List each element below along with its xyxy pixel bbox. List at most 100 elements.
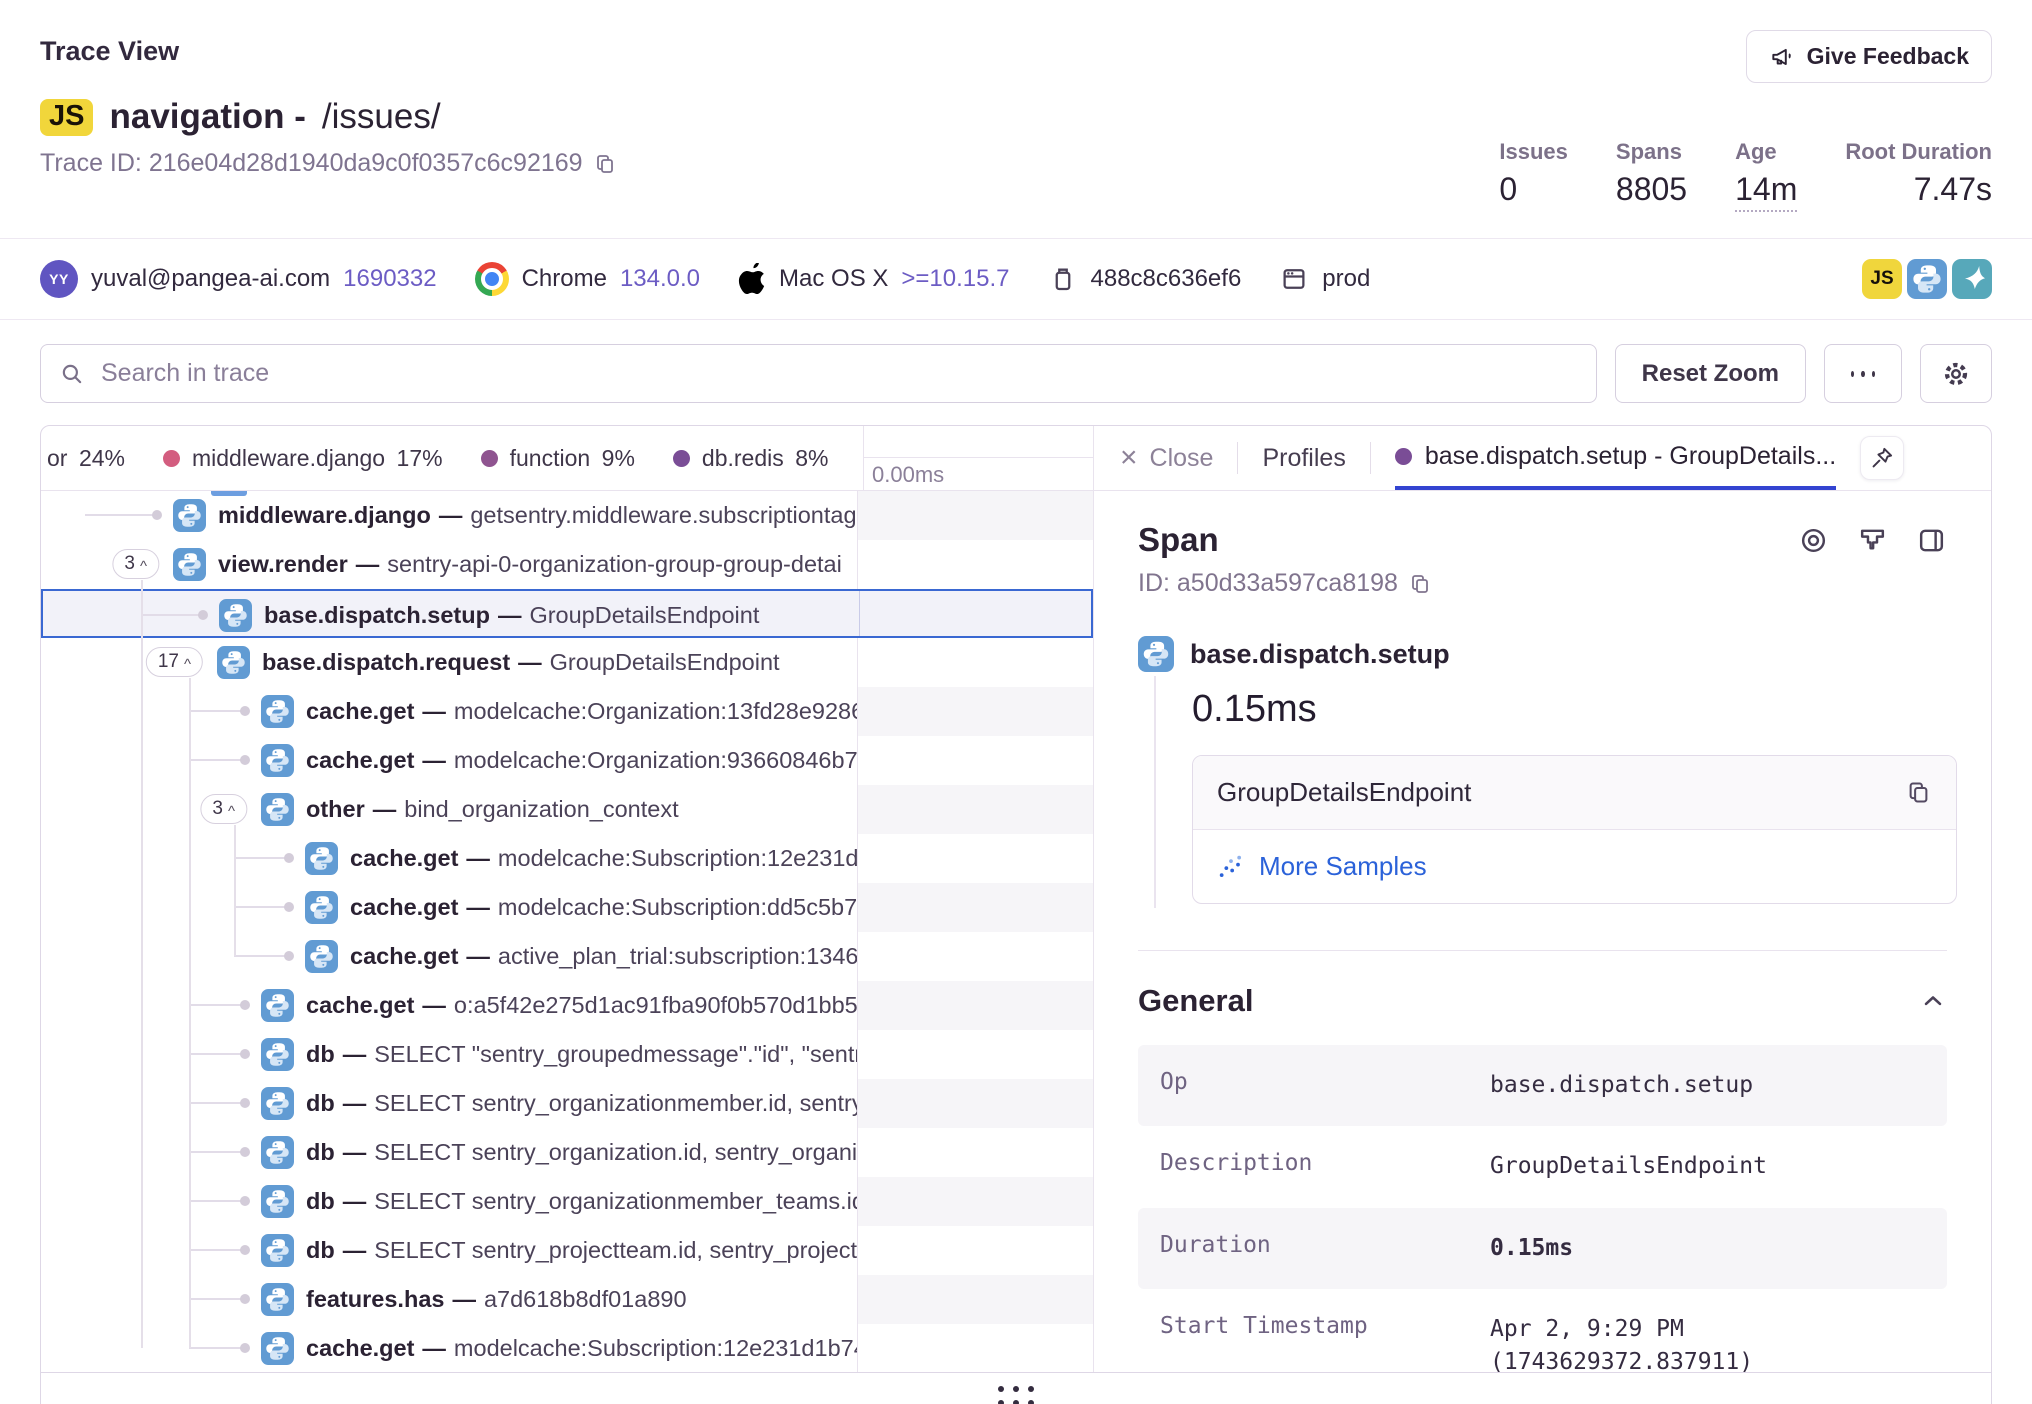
profiling-icon[interactable] xyxy=(1857,525,1888,556)
general-section-title: General xyxy=(1138,983,1253,1019)
row-expand-badge[interactable]: 17^ xyxy=(146,647,203,677)
legend-label: db.redis 8% xyxy=(702,445,829,472)
give-feedback-button[interactable]: Give Feedback xyxy=(1746,30,1992,83)
row-description: bind_organization_context xyxy=(404,796,678,822)
span-section-title: Span xyxy=(1138,521,1219,559)
collapse-chevron-icon[interactable] xyxy=(1919,987,1947,1015)
tree-connector xyxy=(234,857,289,859)
row-description: SELECT sentry_organizationmember.id, sen… xyxy=(374,1090,857,1116)
stat: Issues0 xyxy=(1499,139,1568,212)
waterfall-cell[interactable] xyxy=(857,1324,1093,1372)
python-icon xyxy=(261,695,294,728)
user-chip[interactable]: YY yuval@pangea-ai.com 1690332 xyxy=(40,260,437,298)
tree-connector xyxy=(234,906,289,908)
tree-row[interactable]: 17^base.dispatch.request—GroupDetailsEnd… xyxy=(41,638,1093,687)
row-expand-badge[interactable]: 3^ xyxy=(200,794,247,824)
search-input[interactable] xyxy=(99,358,1578,389)
tree-row[interactable]: cache.get—modelcache:Organization:936608… xyxy=(41,736,1093,785)
waterfall-cell[interactable] xyxy=(857,1079,1093,1128)
pin-button[interactable] xyxy=(1860,436,1904,480)
copy-icon[interactable] xyxy=(1905,779,1932,806)
tree-row-content: db—SELECT sentry_organizationmember.id, … xyxy=(41,1079,857,1128)
row-op: db xyxy=(306,1237,335,1263)
tree-row[interactable]: 3^other—bind_organization_context xyxy=(41,785,1093,834)
sidebar-layout-icon[interactable] xyxy=(1916,525,1947,556)
row-op: db xyxy=(306,1041,335,1067)
device-id: 488c8c636ef6 xyxy=(1091,265,1242,293)
waterfall-cell[interactable] xyxy=(857,1030,1093,1079)
row-expand-badge[interactable]: 3^ xyxy=(112,549,159,579)
waterfall-cell[interactable] xyxy=(857,1177,1093,1226)
tree-row[interactable]: db—SELECT sentry_organization.id, sentry… xyxy=(41,1128,1093,1177)
waterfall-cell[interactable] xyxy=(859,591,1091,636)
row-op: db xyxy=(306,1139,335,1165)
waterfall-cell[interactable] xyxy=(857,834,1093,883)
search-box[interactable] xyxy=(40,344,1597,403)
tree-row-content: db—SELECT sentry_organizationmember_team… xyxy=(41,1177,857,1226)
waterfall-cell[interactable] xyxy=(857,491,1093,540)
waterfall-cell[interactable] xyxy=(857,1226,1093,1275)
waterfall-cell[interactable] xyxy=(857,1128,1093,1177)
waterfall-cell[interactable] xyxy=(857,883,1093,932)
row-description: SELECT "sentry_groupedmessage"."id", "se… xyxy=(374,1041,857,1067)
row-separator: — xyxy=(498,602,522,628)
tree-connector xyxy=(234,955,289,957)
kv-value: 0.15ms xyxy=(1490,1232,1573,1265)
tree-row[interactable]: 3^view.render—sentry-api-0-organization-… xyxy=(41,540,1093,589)
search-icon xyxy=(59,361,85,387)
waterfall-cell[interactable] xyxy=(857,687,1093,736)
reset-zoom-button[interactable]: Reset Zoom xyxy=(1615,344,1806,403)
os-chip[interactable]: Mac OS X >=10.15.7 xyxy=(738,263,1009,295)
tree-row-content: middleware.django—getsentry.middleware.s… xyxy=(41,491,857,540)
device-chip[interactable]: 488c8c636ef6 xyxy=(1048,264,1242,294)
tree-row[interactable]: db—SELECT sentry_organizationmember_team… xyxy=(41,1177,1093,1226)
row-separator: — xyxy=(422,747,446,773)
stat-value[interactable]: 14m xyxy=(1735,171,1797,212)
tree-row[interactable]: features.has—a7d618b8df01a890 xyxy=(41,1275,1093,1324)
waterfall-cell[interactable] xyxy=(857,932,1093,981)
tree-row[interactable]: cache.get—modelcache:Subscription:12e231… xyxy=(41,834,1093,883)
teal-platform-icon xyxy=(1952,259,1992,299)
drag-handle[interactable] xyxy=(998,1386,1034,1404)
waterfall-cell[interactable] xyxy=(857,981,1093,1030)
tree-row[interactable]: db—SELECT sentry_organizationmember.id, … xyxy=(41,1079,1093,1128)
more-samples-link[interactable]: More Samples xyxy=(1193,830,1956,903)
tree-row[interactable]: db—SELECT sentry_projectteam.id, sentry_… xyxy=(41,1226,1093,1275)
waterfall-cell[interactable] xyxy=(857,785,1093,834)
browser-chip[interactable]: Chrome 134.0.0 xyxy=(475,262,700,296)
waterfall-cell[interactable] xyxy=(857,1275,1093,1324)
tree-guide-line xyxy=(189,678,191,1348)
tree-row[interactable]: cache.get—modelcache:Organization:13fd28… xyxy=(41,687,1093,736)
tree-row[interactable]: middleware.django—getsentry.middleware.s… xyxy=(41,491,1093,540)
tree-row-content: features.has—a7d618b8df01a890 xyxy=(41,1275,857,1324)
python-icon xyxy=(217,646,250,679)
tree-row[interactable]: cache.get—modelcache:Subscription:12e231… xyxy=(41,1324,1093,1372)
tree-row[interactable]: base.dispatch.setup—GroupDetailsEndpoint xyxy=(41,589,1093,638)
settings-button[interactable] xyxy=(1920,344,1992,403)
tree-row-content: 3^other—bind_organization_context xyxy=(41,785,857,834)
waterfall-cell[interactable] xyxy=(857,638,1093,687)
waterfall-cell[interactable] xyxy=(857,540,1093,589)
close-button[interactable]: × Close xyxy=(1120,443,1213,473)
tab-profiles[interactable]: Profiles xyxy=(1262,444,1345,473)
python-icon xyxy=(261,1283,294,1316)
kv-value: base.dispatch.setup xyxy=(1490,1069,1753,1102)
transaction-path: /issues/ xyxy=(322,97,441,137)
waterfall-cell[interactable] xyxy=(857,736,1093,785)
tree-row[interactable]: cache.get—active_plan_trial:subscription… xyxy=(41,932,1093,981)
legend-item: or 24% xyxy=(47,445,125,472)
copy-icon[interactable] xyxy=(1408,572,1432,596)
tab-span-details[interactable]: base.dispatch.setup - GroupDetails... xyxy=(1395,426,1836,490)
trace-container: or 24%middleware.django 17%function 9%db… xyxy=(40,425,1992,1404)
python-icon xyxy=(1907,259,1947,299)
zoom-to-span-icon[interactable] xyxy=(1798,525,1829,556)
copy-icon[interactable] xyxy=(593,152,617,176)
platform-badge-js: JS xyxy=(40,99,93,136)
environment-chip[interactable]: prod xyxy=(1279,264,1370,294)
toolbar: Reset Zoom xyxy=(0,320,2032,425)
tree-row[interactable]: cache.get—modelcache:Subscription:dd5c5b… xyxy=(41,883,1093,932)
more-options-button[interactable] xyxy=(1824,344,1902,403)
tree-row[interactable]: cache.get—o:a5f42e275d1ac91fba90f0b570d1… xyxy=(41,981,1093,1030)
tree-row[interactable]: db—SELECT "sentry_groupedmessage"."id", … xyxy=(41,1030,1093,1079)
trace-stats: Issues0Spans8805Age14mRoot Duration7.47s xyxy=(1499,97,1992,212)
